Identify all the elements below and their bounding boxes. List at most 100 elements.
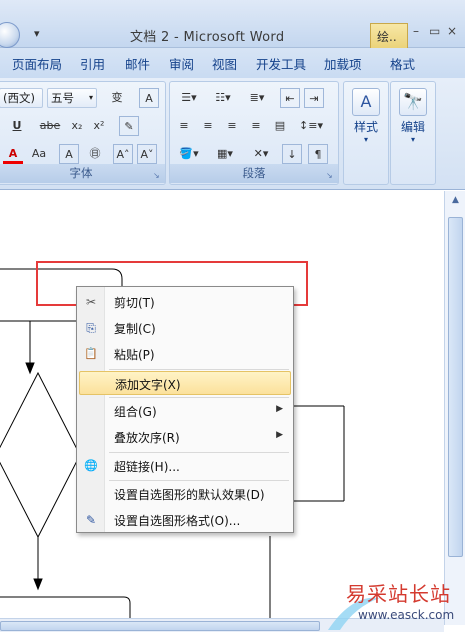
font-color-icon[interactable]: A [3, 144, 23, 164]
sort-icon[interactable]: ↓ [282, 144, 302, 164]
drawing-tools-context-tab[interactable]: 绘.. [370, 23, 408, 48]
menu-item-label: 粘贴(P) [114, 348, 155, 362]
menu-item-label: 添加文字(X) [115, 378, 181, 392]
align-center-icon[interactable]: ≡ [198, 116, 218, 136]
tab-view[interactable]: 视图 [212, 54, 237, 73]
flowchart-arrow-head [25, 362, 35, 375]
menu-item-cut[interactable]: ✂ 剪切(T) [79, 290, 291, 314]
clear-format-icon[interactable]: A [139, 88, 159, 108]
styles-group: A 样式 ▾ [343, 81, 389, 185]
submenu-arrow-icon: ▶ [276, 430, 283, 440]
styles-button[interactable]: A 样式 ▾ [346, 84, 386, 144]
menu-separator [109, 397, 289, 398]
enclose-characters-icon[interactable]: ㊐ [85, 144, 105, 164]
bullets-icon[interactable]: ☰▾ [174, 88, 204, 108]
menu-item-hyperlink[interactable]: 🌐 超链接(H)... [79, 454, 291, 478]
change-case-icon[interactable]: Aa [27, 144, 51, 164]
font-dialog-launcher-icon[interactable]: ↘ [153, 171, 162, 180]
font-group: (西文) 五号 ▾ 变 A U abe x₂ x² ✎ A Aa A ㊐ A˄ … [0, 81, 166, 185]
borders-icon[interactable]: ▦▾ [210, 144, 240, 164]
editing-group: 🔭 编辑 ▾ [390, 81, 436, 185]
phonetic-guide-icon[interactable]: 变 [107, 88, 127, 108]
tab-references[interactable]: 引用 [80, 54, 105, 73]
restore-button[interactable]: ▭ [429, 24, 440, 38]
grow-font-icon[interactable]: A˄ [113, 144, 133, 164]
menu-item-order[interactable]: 叠放次序(R) ▶ [79, 425, 291, 449]
chevron-down-icon: ▾ [410, 135, 415, 144]
distributed-icon[interactable]: ▤ [270, 116, 290, 136]
paragraph-group-label: 段落 [170, 164, 338, 183]
increase-indent-icon[interactable]: ⇥ [304, 88, 324, 108]
menu-separator [109, 369, 289, 370]
subscript-icon[interactable]: x₂ [67, 116, 87, 136]
menu-separator [109, 452, 289, 453]
paragraph-group: ☰▾ ☷▾ ≣▾ ⇤ ⇥ ≡ ≡ ≡ ≡ ▤ ↕≡▾ 🪣▾ ▦▾ ✕▾ ↓ ¶ … [169, 81, 339, 185]
chinese-layout-icon[interactable]: ✕▾ [246, 144, 276, 164]
show-marks-icon[interactable]: ¶ [308, 144, 328, 164]
menu-item-group[interactable]: 组合(G) ▶ [79, 399, 291, 423]
ribbon: (西文) 五号 ▾ 变 A U abe x₂ x² ✎ A Aa A ㊐ A˄ … [0, 78, 465, 190]
line-spacing-icon[interactable]: ↕≡▾ [296, 116, 326, 136]
character-border-icon[interactable]: A [59, 144, 79, 164]
vertical-scrollbar[interactable]: ▲ [444, 191, 465, 625]
copy-icon: ⎘ [86, 321, 96, 335]
underline-icon[interactable]: U [7, 116, 27, 136]
tab-mailings[interactable]: 邮件 [125, 54, 150, 73]
multilevel-list-icon[interactable]: ≣▾ [242, 88, 272, 108]
ribbon-tabs: 页面布局 引用 邮件 审阅 视图 开发工具 加载项 格式 ? [0, 48, 465, 119]
scissors-icon: ✂ [85, 295, 97, 309]
menu-item-paste[interactable]: 📋 粘贴(P) [79, 342, 291, 366]
menu-item-label: 超链接(H)... [114, 460, 180, 474]
hyperlink-icon: 🌐 [84, 459, 98, 472]
menu-item-label: 设置自选图形格式(O)... [114, 514, 241, 528]
office-button[interactable] [0, 22, 20, 48]
font-group-label: 字体 [0, 164, 165, 183]
font-size-select[interactable]: 五号 ▾ [47, 88, 97, 108]
edit-label: 编辑 [400, 120, 425, 134]
watermark-text: 易采站长站 [346, 582, 451, 606]
chevron-down-icon: ▾ [88, 93, 93, 102]
menu-separator [109, 480, 289, 481]
binoculars-icon: 🔭 [399, 88, 427, 116]
styles-icon: A [352, 88, 380, 116]
superscript-icon[interactable]: x² [89, 116, 109, 136]
font-name-select[interactable]: (西文) [0, 88, 43, 108]
submenu-arrow-icon: ▶ [276, 404, 283, 414]
quick-access-dropdown-icon[interactable]: ▾ [34, 27, 40, 40]
menu-item-set-default-effect[interactable]: 设置自选图形的默认效果(D) [79, 482, 291, 506]
context-menu: ✂ 剪切(T) ⎘ 复制(C) 📋 粘贴(P) 添加文字(X) 组合(G) ▶ … [76, 286, 294, 533]
align-right-icon[interactable]: ≡ [222, 116, 242, 136]
menu-item-label: 叠放次序(R) [114, 431, 180, 445]
tab-format[interactable]: 格式 [390, 54, 415, 73]
font-size-value: 五号 [51, 91, 74, 105]
tab-review[interactable]: 审阅 [169, 54, 194, 73]
menu-item-label: 复制(C) [114, 322, 156, 336]
justify-icon[interactable]: ≡ [246, 116, 266, 136]
paste-icon: 📋 [84, 347, 98, 360]
format-shape-icon: ✎ [85, 513, 97, 527]
paragraph-dialog-launcher-icon[interactable]: ↘ [326, 171, 335, 180]
menu-item-format-shape[interactable]: ✎ 设置自选图形格式(O)... [79, 508, 291, 532]
minimize-button[interactable]: – [413, 24, 419, 38]
window-title: 文档 2 - Microsoft Word [130, 30, 285, 45]
tab-developer[interactable]: 开发工具 [256, 54, 306, 73]
horizontal-scroll-thumb[interactable] [0, 621, 320, 631]
text-effects-icon[interactable]: ✎ [119, 116, 139, 136]
decrease-indent-icon[interactable]: ⇤ [280, 88, 300, 108]
close-button[interactable]: × [447, 24, 457, 38]
vertical-scroll-thumb[interactable] [448, 217, 463, 557]
strikethrough-icon[interactable]: abe [37, 116, 63, 136]
edit-button[interactable]: 🔭 编辑 ▾ [393, 84, 433, 144]
menu-item-label: 设置自选图形的默认效果(D) [114, 488, 265, 502]
shrink-font-icon[interactable]: A˅ [137, 144, 157, 164]
tab-add-ins[interactable]: 加载项 [324, 54, 362, 73]
scroll-up-icon[interactable]: ▲ [448, 195, 463, 211]
menu-item-label: 剪切(T) [114, 296, 155, 310]
menu-item-label: 组合(G) [114, 405, 157, 419]
tab-page-layout[interactable]: 页面布局 [12, 54, 62, 73]
numbering-icon[interactable]: ☷▾ [208, 88, 238, 108]
shading-icon[interactable]: 🪣▾ [174, 144, 204, 164]
menu-item-copy[interactable]: ⎘ 复制(C) [79, 316, 291, 340]
align-left-icon[interactable]: ≡ [174, 116, 194, 136]
menu-item-add-text[interactable]: 添加文字(X) [79, 371, 291, 395]
